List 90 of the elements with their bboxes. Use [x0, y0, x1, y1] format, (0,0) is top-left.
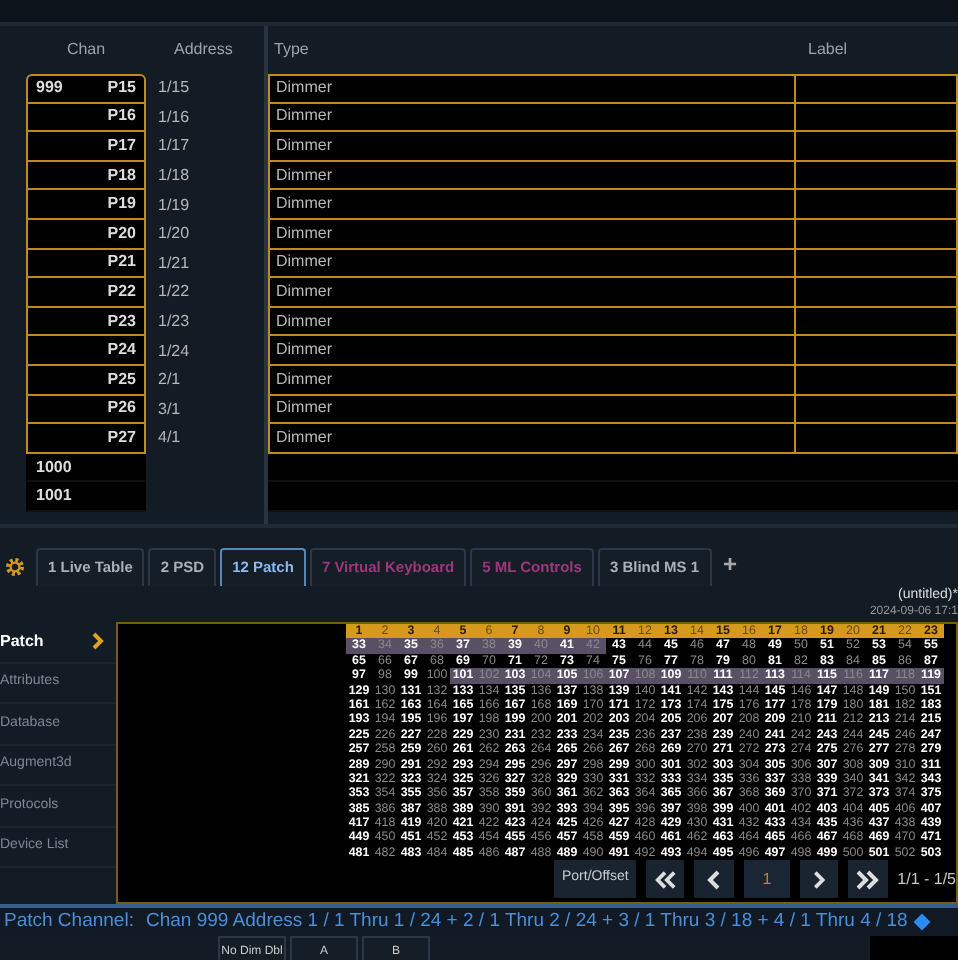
address-cell-text: 1/21 — [156, 251, 190, 276]
part-number: P24 — [107, 338, 136, 363]
label-cell[interactable] — [796, 482, 958, 512]
address-cell-text: 4/1 — [156, 426, 181, 451]
address-cell-text: 3/1 — [156, 397, 181, 422]
column-header: Chan — [64, 38, 108, 62]
part-number: P18 — [107, 163, 136, 188]
address-cell-text: 1/15 — [156, 76, 190, 101]
type-cell[interactable]: Dimmer — [268, 336, 796, 366]
label-cell[interactable] — [796, 219, 958, 250]
type-cell[interactable]: Dimmer — [268, 395, 796, 425]
label-cell[interactable] — [796, 74, 958, 104]
address-cell-text: 1/17 — [156, 134, 190, 159]
channel-cell[interactable]: P26 — [26, 395, 146, 425]
type-cell[interactable]: Dimmer — [268, 74, 796, 104]
type-cell[interactable]: Dimmer — [268, 249, 796, 279]
column-header: Address — [172, 38, 233, 62]
part-number: P15 — [107, 76, 136, 101]
page-field[interactable]: 1 — [744, 860, 790, 898]
channel-cell[interactable]: P22 — [26, 278, 146, 308]
label-cell[interactable] — [796, 132, 958, 162]
channel-cell[interactable]: P25 — [26, 365, 146, 396]
last-page-icon[interactable] — [847, 860, 888, 898]
part-number: P25 — [107, 367, 136, 392]
label-cell[interactable] — [796, 190, 958, 220]
label-cell[interactable] — [796, 336, 958, 366]
address-cell-text: 1/20 — [156, 222, 190, 247]
type-cell[interactable]: Dimmer — [268, 424, 796, 454]
address-cell-text: 1/16 — [156, 105, 190, 130]
part-number: P21 — [107, 250, 136, 275]
settings-icon[interactable] — [4, 556, 26, 578]
address-cell-text: 1/24 — [156, 339, 190, 364]
part-number: P16 — [107, 104, 136, 129]
channel-number: 1001 — [36, 484, 72, 509]
channel-cell[interactable]: P16 — [26, 103, 146, 133]
channel-number: 1000 — [36, 455, 72, 480]
label-cell[interactable] — [796, 395, 958, 425]
label-cell[interactable] — [796, 424, 958, 454]
type-cell[interactable]: Dimmer — [268, 132, 796, 162]
channel-cell[interactable]: P20 — [26, 219, 146, 250]
page-range: 1/1 - 1/5 — [897, 867, 956, 892]
column-header: Label — [806, 38, 848, 62]
address-cell-text: 1/18 — [156, 164, 190, 189]
label-cell[interactable] — [796, 453, 958, 483]
channel-cell[interactable]: P19 — [26, 190, 146, 220]
part-number: P17 — [107, 133, 136, 158]
address-cell-text: 1/19 — [156, 193, 190, 218]
channel-cell[interactable]: 1001 — [26, 482, 146, 512]
channel-cell[interactable]: P24 — [26, 336, 146, 366]
type-cell[interactable]: Dimmer — [268, 219, 796, 250]
next-page-icon[interactable] — [799, 860, 838, 898]
type-cell[interactable] — [268, 453, 796, 483]
part-number: P23 — [107, 309, 136, 334]
channel-cell[interactable]: P27 — [26, 424, 146, 454]
column-header: Type — [272, 38, 311, 62]
part-number: P27 — [107, 425, 136, 450]
part-number: P26 — [107, 396, 136, 421]
type-cell[interactable]: Dimmer — [268, 307, 796, 337]
label-cell[interactable] — [796, 249, 958, 279]
command-text: Chan 999 Address 1 / 1 Thru 1 / 24 + 2 / 1 Thru 2 / 24 + 3 / 1 Thru 3 / 18 + 4 / 1 Thru 4 / 18 — [145, 907, 908, 936]
add-tab-button[interactable]: + — [715, 548, 746, 582]
label-cell[interactable] — [796, 278, 958, 308]
part-number: P20 — [107, 221, 136, 246]
type-cell[interactable]: Dimmer — [268, 161, 796, 191]
type-cell[interactable]: Dimmer — [268, 278, 796, 308]
type-cell[interactable]: Dimmer — [268, 103, 796, 133]
channel-cell[interactable]: P21 — [26, 249, 146, 279]
type-cell[interactable]: Dimmer — [268, 365, 796, 396]
chevron-icon — [92, 632, 104, 651]
channel-cell[interactable]: 1000 — [26, 453, 146, 483]
channel-number: 999 — [36, 76, 63, 101]
panel-background — [870, 936, 958, 960]
address-cell-text: 1/22 — [156, 280, 190, 305]
first-page-icon[interactable] — [646, 860, 685, 898]
command-prompt: Patch Channel: — [4, 907, 134, 936]
part-number: P22 — [107, 279, 136, 304]
label-cell[interactable] — [796, 103, 958, 133]
address-cell-text: 1/23 — [156, 310, 190, 335]
type-cell[interactable]: Dimmer — [268, 190, 796, 220]
previous-page-icon[interactable] — [694, 860, 735, 898]
channel-cell[interactable]: 999 P15 — [26, 74, 146, 104]
channel-cell[interactable]: P23 — [26, 307, 146, 337]
label-cell[interactable] — [796, 365, 958, 396]
channel-cell[interactable]: P17 — [26, 132, 146, 162]
part-number: P19 — [107, 192, 136, 217]
address-cell-text: 2/1 — [156, 368, 181, 393]
type-cell[interactable] — [268, 482, 796, 512]
label-cell[interactable] — [796, 161, 958, 191]
channel-cell[interactable]: P18 — [26, 161, 146, 191]
label-cell[interactable] — [796, 307, 958, 337]
